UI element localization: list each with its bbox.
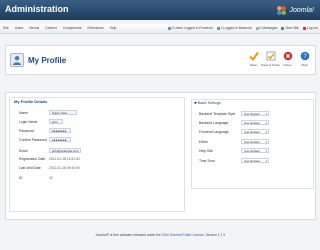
help-icon: ? [300, 51, 309, 61]
menu-item-site[interactable]: Site [3, 26, 9, 30]
profile-icon [10, 53, 24, 67]
app-title: Administration [5, 4, 69, 14]
name-label: Name [19, 110, 29, 115]
mail-icon [255, 26, 259, 30]
joomla-brand[interactable]: Joomla! [276, 4, 314, 16]
footer-text: Joomla!® is free software released under… [95, 233, 161, 237]
view-site-link[interactable]: View Site [281, 26, 299, 30]
backend-template-row: Backend Template Style Use Default ▾ [199, 111, 269, 116]
registration-date-value: 2012-01-18 13:41:30 [49, 157, 80, 161]
menu-item-help[interactable]: Help [110, 26, 117, 30]
login-name-row: Login Name john [19, 119, 63, 124]
name-field[interactable]: Super User [49, 110, 77, 115]
gpl-license-link[interactable]: GNU General Public License. [162, 233, 205, 237]
version-text: Version 1.7.3 [205, 233, 225, 237]
help-site-row: Help Site Use Default ▾ [199, 148, 269, 153]
frontend-users-status: 0 Users Logged in Frontend [167, 26, 213, 30]
id-value: 42 [49, 176, 53, 180]
last-visit-value: 2012-01-18 09:40:00 [49, 166, 80, 170]
time-zone-select[interactable]: Use Default ▾ [241, 158, 269, 163]
chevron-down-icon: ▾ [265, 129, 267, 134]
confirm-password-label: Confirm Password [19, 137, 47, 142]
registration-date-row: Registration Date 2012-01-18 13:41:30 [19, 157, 80, 161]
time-zone-label: Time Zone [199, 158, 216, 163]
chevron-down-icon: ▾ [265, 111, 267, 116]
profile-details-fieldset: My Profile Details Name Super User Login… [9, 97, 185, 212]
time-zone-row: Time Zone Use Default ▾ [199, 158, 269, 163]
close-button[interactable]: Close [281, 51, 294, 67]
basic-settings-fieldset: Basic Settings Backend Template Style Us… [191, 99, 314, 189]
profile-details-legend: My Profile Details [13, 99, 49, 104]
user-silhouette-icon [13, 56, 21, 65]
chevron-down-icon: ▾ [265, 139, 267, 144]
profile-form-panel: My Profile Details Name Super User Login… [5, 92, 316, 220]
confirm-password-row: Confirm Password ●●●●●●●● [19, 137, 71, 142]
last-visit-row: Last Visit Date 2012-01-18 09:40:00 [19, 166, 80, 170]
menu-item-content[interactable]: Content [45, 26, 57, 30]
joomla-logo-icon [277, 5, 287, 15]
admin-header: Administration Joomla! [0, 0, 320, 20]
brand-name: Joomla! [289, 6, 314, 14]
backend-language-row: Backend Language Use Default ▾ [199, 120, 269, 125]
email-label: Email [19, 148, 28, 153]
login-name-field[interactable]: john [49, 119, 63, 124]
frontend-language-select[interactable]: Use Default ▾ [241, 129, 269, 134]
logout-icon [303, 26, 306, 30]
backend-template-select[interactable]: Use Default ▾ [241, 111, 269, 116]
chevron-down-icon: ▾ [265, 120, 267, 125]
menu-item-users[interactable]: Users [15, 26, 24, 30]
password-row: Password ●●●●●●●● [19, 128, 71, 133]
editor-select[interactable]: Use Default ▾ [241, 139, 269, 144]
help-site-select[interactable]: Use Default ▾ [241, 148, 269, 153]
id-label: ID [19, 176, 23, 180]
password-field[interactable]: ●●●●●●●● [49, 128, 71, 133]
backend-users-status: 1 Logged in Backend [216, 26, 252, 30]
save-close-icon [266, 51, 275, 61]
password-label: Password [19, 128, 34, 133]
basic-settings-legend: Basic Settings [198, 101, 221, 105]
basic-settings-toggle[interactable]: Basic Settings [194, 101, 221, 105]
menu-item-extensions[interactable]: Extensions [87, 26, 103, 30]
users-icon [167, 26, 171, 30]
menu-item-components[interactable]: Components [63, 26, 82, 30]
log-out-link[interactable]: Log out [303, 26, 318, 30]
save-check-icon [248, 51, 259, 61]
frontend-language-label: Frontend Language [199, 129, 229, 134]
close-icon [283, 51, 292, 61]
last-visit-label: Last Visit Date [19, 166, 41, 170]
chevron-down-icon: ▾ [265, 148, 267, 153]
page-toolbar: My Profile Save Save & Close Close ? Hel… [5, 45, 316, 75]
main-menu-bar: Site Users Menus Content Components Exte… [0, 24, 320, 34]
backend-language-select[interactable]: Use Default ▾ [241, 120, 269, 125]
preview-icon [281, 26, 285, 30]
chevron-down-icon: ▾ [265, 158, 267, 163]
footer: Joomla!® is free software released under… [0, 233, 320, 237]
name-row: Name Super User [19, 110, 77, 115]
backend-language-label: Backend Language [199, 120, 229, 125]
messages-link[interactable]: 0 Messages [255, 26, 277, 30]
frontend-language-row: Frontend Language Use Default ▾ [199, 129, 269, 134]
email-row: Email john@example.com [19, 148, 81, 153]
backend-template-label: Backend Template Style [199, 111, 236, 116]
confirm-password-field[interactable]: ●●●●●●●● [49, 137, 71, 142]
menu-item-menus[interactable]: Menus [29, 26, 39, 30]
registration-date-label: Registration Date [19, 157, 46, 161]
save-close-button[interactable]: Save & Close [261, 51, 280, 67]
id-row: ID 42 [19, 176, 53, 180]
chevron-down-icon [194, 101, 197, 104]
page-title: My Profile [28, 56, 67, 65]
editor-label: Editor [199, 139, 208, 144]
email-field[interactable]: john@example.com [49, 148, 81, 153]
save-button[interactable]: Save [247, 51, 260, 67]
help-site-label: Help Site [199, 148, 213, 153]
editor-row: Editor Use Default ▾ [199, 139, 269, 144]
login-name-label: Login Name [19, 119, 38, 124]
help-button[interactable]: ? Help [298, 51, 311, 67]
user-icon [216, 26, 220, 30]
